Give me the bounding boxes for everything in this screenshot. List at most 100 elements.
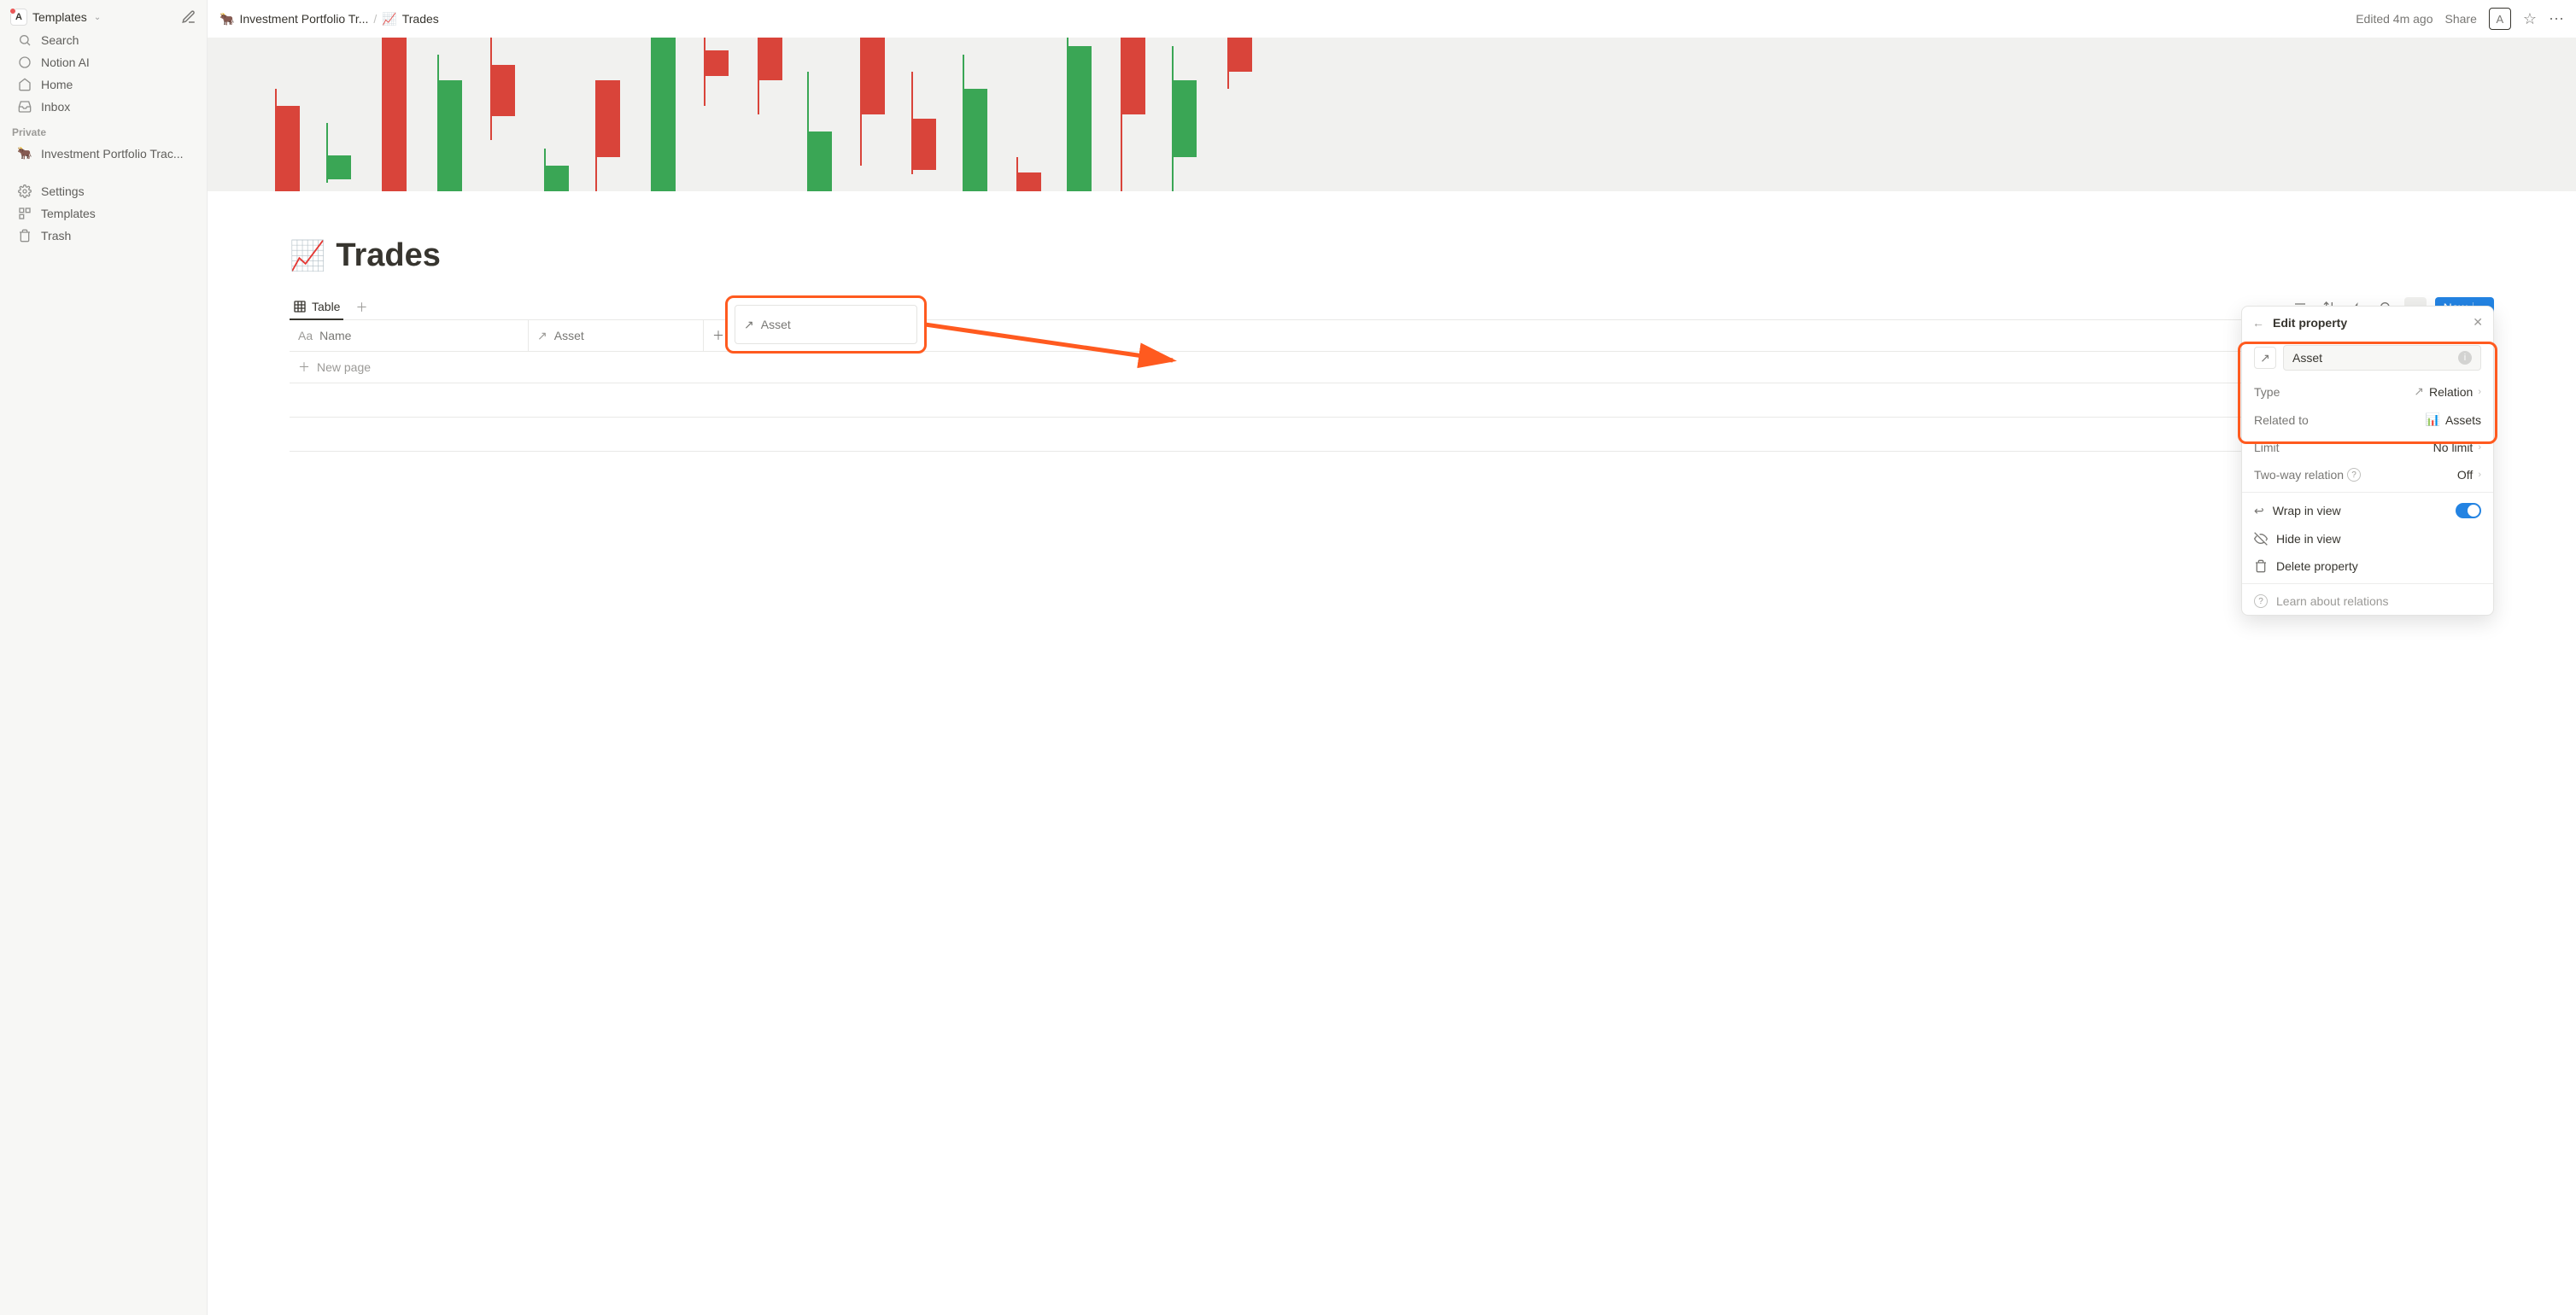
edited-time: Edited 4m ago (2356, 12, 2433, 26)
breadcrumb-parent[interactable]: 🐂 Investment Portfolio Tr... (220, 12, 368, 26)
column-name[interactable]: Aa Name (290, 320, 529, 351)
breadcrumb-parent-label: Investment Portfolio Tr... (239, 12, 368, 26)
table-icon (293, 300, 307, 313)
cover-image (208, 38, 2576, 191)
add-column-button[interactable]: ＋ (704, 320, 733, 351)
page-title[interactable]: Trades (336, 237, 441, 274)
gear-icon (17, 184, 32, 198)
wrap-toggle[interactable] (2456, 503, 2481, 518)
chart-icon: 📈 (382, 12, 396, 26)
type-label: Type (2254, 385, 2405, 399)
property-name-row: ↗ Asset i (2242, 338, 2493, 377)
sidebar-page-label: Investment Portfolio Trac... (41, 147, 184, 161)
templates-icon (17, 207, 32, 220)
breadcrumb-separator: / (373, 12, 377, 26)
workspace-initial: A (15, 12, 22, 22)
sidebar-settings-label: Settings (41, 184, 85, 198)
relation-icon: ↗ (2414, 384, 2424, 399)
tab-table-label: Table (312, 300, 340, 313)
main-content: 🐂 Investment Portfolio Tr... / 📈 Trades … (208, 0, 2576, 1315)
compose-icon[interactable] (181, 9, 196, 25)
eye-off-icon (2254, 532, 2268, 546)
sidebar-templates[interactable]: Templates (5, 203, 202, 224)
sidebar-settings[interactable]: Settings (5, 181, 202, 202)
view-tabs: Table ＋ ⋯ New ⌄ (290, 295, 2494, 320)
plus-icon: ＋ (298, 359, 310, 376)
sidebar-search-label: Search (41, 33, 79, 47)
new-page-label: New page (317, 360, 371, 374)
page-emoji-icon: 🐂 (17, 146, 32, 161)
sidebar-ai[interactable]: Notion AI (5, 52, 202, 73)
breadcrumb: 🐂 Investment Portfolio Tr... / 📈 Trades (220, 12, 439, 26)
edit-property-panel: ← Edit property ✕ ↗ Asset i Type ↗ Relati… (2241, 306, 2494, 616)
home-icon (17, 78, 32, 91)
help-icon: ? (2254, 594, 2268, 608)
workspace-icon: A (10, 9, 27, 26)
hide-in-view-row[interactable]: Hide in view (2242, 525, 2493, 552)
wrap-in-view-row[interactable]: ↩ Wrap in view (2242, 496, 2493, 525)
learn-label: Learn about relations (2276, 594, 2389, 608)
help-icon[interactable]: ? (2347, 468, 2361, 482)
chevron-right-icon: › (2478, 442, 2481, 453)
sidebar-search[interactable]: Search (5, 30, 202, 50)
page-icon[interactable]: 📈 (290, 239, 325, 273)
hide-label: Hide in view (2276, 532, 2340, 546)
page-emoji-icon: 🐂 (220, 12, 234, 26)
sidebar-trash-label: Trash (41, 229, 71, 243)
limit-value: No limit (2433, 441, 2474, 454)
info-icon[interactable]: i (2458, 351, 2472, 365)
limit-row[interactable]: Limit No limit › (2242, 434, 2493, 461)
text-property-icon: Aa (298, 329, 313, 342)
workspace-switcher[interactable]: A Templates ⌄ (0, 5, 207, 29)
two-way-row[interactable]: Two-way relation? Off › (2242, 461, 2493, 488)
more-icon[interactable]: ⋯ (2549, 10, 2564, 28)
delete-label: Delete property (2276, 559, 2358, 573)
star-icon[interactable]: ☆ (2523, 10, 2537, 28)
search-icon (17, 33, 32, 47)
relation-icon[interactable]: ↗ (2254, 347, 2276, 369)
column-more-button[interactable]: ⋯ (733, 320, 762, 351)
sidebar-home[interactable]: Home (5, 74, 202, 95)
add-view-button[interactable]: ＋ (350, 295, 372, 319)
column-name-label: Name (319, 329, 351, 342)
topbar: 🐂 Investment Portfolio Tr... / 📈 Trades … (208, 0, 2576, 38)
breadcrumb-current[interactable]: 📈 Trades (382, 12, 439, 26)
wrap-label: Wrap in view (2273, 504, 2447, 517)
wrap-icon: ↩ (2254, 504, 2264, 518)
related-value: Assets (2445, 413, 2481, 427)
limit-label: Limit (2254, 441, 2425, 454)
property-name-input[interactable]: Asset i (2283, 345, 2481, 371)
sidebar: A Templates ⌄ Search Notion AI Home Inbo… (0, 0, 208, 1315)
sidebar-page-investment[interactable]: 🐂 Investment Portfolio Trac... (5, 143, 202, 164)
tab-table[interactable]: Table (290, 295, 343, 320)
inbox-icon (17, 100, 32, 114)
sidebar-section-private: Private (0, 118, 207, 142)
type-value: Relation (2429, 385, 2473, 399)
twoway-value: Off (2457, 468, 2473, 482)
back-button[interactable]: ← (2252, 316, 2264, 330)
delete-property-row[interactable]: Delete property (2242, 552, 2493, 580)
notification-dot-icon (9, 8, 16, 15)
sidebar-ai-label: Notion AI (41, 56, 90, 69)
sidebar-trash[interactable]: Trash (5, 225, 202, 246)
relation-icon: ↗ (537, 329, 547, 343)
related-to-row[interactable]: Related to 📊Assets (2242, 406, 2493, 434)
new-page-row[interactable]: ＋ New page (290, 352, 2494, 383)
chevron-down-icon: ⌄ (94, 13, 101, 22)
share-button[interactable]: Share (2445, 12, 2477, 26)
table: Aa Name ↗ Asset ＋ ⋯ ＋ New page (290, 320, 2494, 452)
panel-title: Edit property (2273, 316, 2464, 330)
sidebar-templates-label: Templates (41, 207, 96, 220)
twoway-label: Two-way relation (2254, 468, 2344, 482)
breadcrumb-current-label: Trades (402, 12, 439, 26)
property-type-row[interactable]: Type ↗Relation› (2242, 377, 2493, 406)
sidebar-inbox[interactable]: Inbox (5, 96, 202, 117)
chevron-right-icon: › (2478, 470, 2481, 480)
close-button[interactable]: ✕ (2473, 315, 2483, 330)
sidebar-home-label: Home (41, 78, 73, 91)
avatar[interactable]: A (2489, 8, 2511, 30)
learn-relations-row[interactable]: ? Learn about relations (2242, 587, 2493, 615)
page-title-row: 📈 Trades (290, 237, 2494, 274)
column-asset[interactable]: ↗ Asset (529, 320, 704, 351)
table-header: Aa Name ↗ Asset ＋ ⋯ (290, 320, 2494, 352)
